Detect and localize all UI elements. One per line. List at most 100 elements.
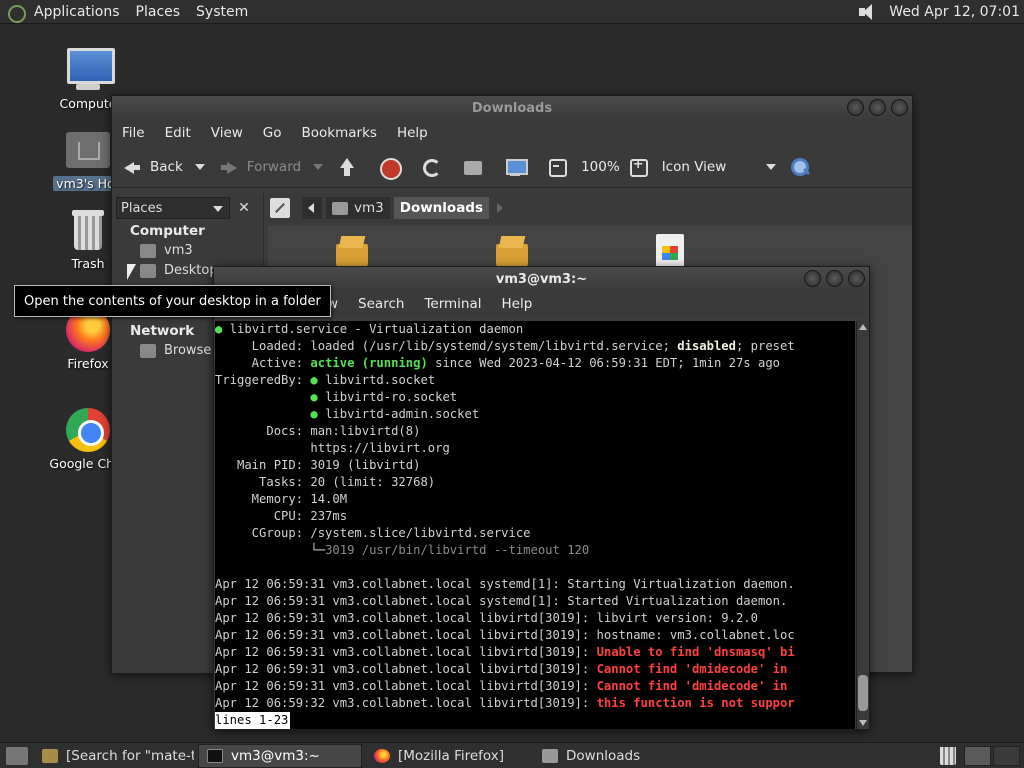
task-terminal[interactable]: vm3@vm3:~ bbox=[198, 743, 362, 768]
terminal-text: libvirtd-ro.socket bbox=[317, 390, 458, 404]
workspace-switcher[interactable] bbox=[964, 746, 1020, 766]
file-manager-titlebar[interactable]: Downloads bbox=[112, 96, 912, 120]
terminal-line: Apr 12 06:59:32 vm3.collabnet.local libv… bbox=[215, 695, 855, 712]
up-button[interactable] bbox=[337, 157, 365, 177]
top-panel: Applications Places System Wed Apr 12, 0… bbox=[0, 0, 1024, 24]
terminal-output[interactable]: ● libvirtd.service - Virtualization daem… bbox=[215, 321, 855, 729]
reload-button[interactable] bbox=[421, 157, 449, 177]
menu-places[interactable]: Places bbox=[136, 4, 181, 20]
sidebar-type-select[interactable]: Places bbox=[116, 197, 230, 219]
terminal-line: https://libvirt.org bbox=[215, 440, 855, 457]
bottom-panel: [Search for "mate-te... vm3@vm3:~ [Mozil… bbox=[0, 742, 1024, 768]
back-arrow-icon bbox=[122, 157, 142, 177]
back-button[interactable]: Back bbox=[122, 157, 205, 177]
minimize-button[interactable] bbox=[804, 270, 821, 287]
edit-location-icon[interactable] bbox=[270, 198, 290, 218]
scroll-up-icon[interactable] bbox=[859, 324, 867, 330]
terminal-text: disabled bbox=[677, 339, 736, 353]
package-file-icon[interactable] bbox=[334, 234, 370, 268]
terminal-text: TriggeredBy: bbox=[215, 373, 311, 387]
menu-help[interactable]: Help bbox=[397, 125, 428, 141]
menu-search[interactable]: Search bbox=[358, 296, 404, 312]
show-desktop-icon[interactable] bbox=[6, 746, 28, 765]
path-left-arrow[interactable] bbox=[302, 197, 322, 219]
maximize-button[interactable] bbox=[869, 99, 886, 116]
menu-edit[interactable]: Edit bbox=[165, 125, 191, 141]
scrollbar-thumb[interactable] bbox=[858, 675, 868, 711]
forward-button[interactable]: Forward bbox=[219, 157, 324, 177]
menu-applications[interactable]: Applications bbox=[34, 4, 120, 20]
sidebar-item-label: Desktop bbox=[164, 263, 218, 278]
chevron-down-icon bbox=[766, 163, 777, 170]
close-sidebar-button[interactable]: ✕ bbox=[234, 197, 254, 219]
forward-history-dropdown[interactable] bbox=[313, 163, 324, 170]
menu-bookmarks[interactable]: Bookmarks bbox=[302, 125, 377, 141]
zoom-level[interactable]: 100% bbox=[581, 159, 620, 175]
workspace-2[interactable] bbox=[993, 746, 1020, 766]
terminal-line: ● libvirtd-ro.socket bbox=[215, 389, 855, 406]
terminal-text: CGroup: /system.slice/libvirtd.service bbox=[215, 526, 531, 540]
terminal-text: └─ bbox=[215, 543, 326, 557]
terminal-text: Apr 12 06:59:32 vm3.collabnet.local libv… bbox=[215, 696, 597, 710]
search-icon bbox=[790, 157, 810, 177]
computer-button[interactable] bbox=[505, 157, 533, 177]
sidebar-item-browse[interactable]: Browse bbox=[140, 343, 211, 358]
menu-file[interactable]: File bbox=[122, 125, 145, 141]
sidebar-type-label: Places bbox=[121, 200, 163, 216]
maximize-button[interactable] bbox=[826, 270, 843, 287]
close-button[interactable] bbox=[891, 99, 908, 116]
trash-icon bbox=[64, 206, 112, 254]
zoom-out-button[interactable] bbox=[547, 157, 575, 177]
task-search[interactable]: [Search for "mate-te... bbox=[34, 744, 194, 768]
view-mode-select[interactable]: Icon View bbox=[662, 159, 777, 175]
terminal-scrollbar[interactable] bbox=[856, 321, 869, 729]
computer-icon bbox=[505, 157, 529, 177]
menu-go[interactable]: Go bbox=[263, 125, 282, 141]
menu-help[interactable]: Help bbox=[502, 296, 533, 312]
sidebar-item-desktop[interactable]: Desktop bbox=[140, 263, 218, 278]
sidebar-heading-computer: Computer bbox=[130, 223, 205, 239]
terminal-text: 3019 /usr/bin/libvirtd --timeout 120 bbox=[325, 543, 590, 557]
task-label: Downloads bbox=[566, 747, 641, 764]
package-file-icon[interactable] bbox=[494, 234, 530, 268]
back-history-dropdown[interactable] bbox=[194, 163, 205, 170]
volume-icon[interactable] bbox=[857, 3, 879, 21]
menu-terminal[interactable]: Terminal bbox=[424, 296, 481, 312]
terminal-text: ● bbox=[310, 373, 318, 387]
minimize-button[interactable] bbox=[847, 99, 864, 116]
home-folder-icon bbox=[463, 157, 483, 177]
mate-logo-icon[interactable] bbox=[6, 3, 28, 23]
stop-icon bbox=[379, 157, 403, 180]
close-button[interactable] bbox=[848, 270, 865, 287]
workspace-1[interactable] bbox=[964, 746, 991, 766]
stop-button[interactable] bbox=[379, 157, 407, 180]
breadcrumb-vm3[interactable]: vm3 bbox=[326, 197, 390, 219]
search-button[interactable] bbox=[790, 157, 818, 177]
search-icon bbox=[42, 748, 58, 763]
breadcrumb-downloads[interactable]: Downloads bbox=[393, 197, 490, 219]
zoom-in-button[interactable] bbox=[628, 157, 656, 177]
view-mode-label: Icon View bbox=[661, 158, 727, 175]
menu-system[interactable]: System bbox=[196, 4, 248, 20]
window-title: vm3@vm3:~ bbox=[495, 271, 588, 287]
trash-applet-icon[interactable] bbox=[940, 747, 956, 765]
task-downloads[interactable]: Downloads bbox=[534, 744, 694, 768]
breadcrumb-label: vm3 bbox=[354, 200, 384, 216]
chrome-package-file-icon[interactable] bbox=[652, 234, 688, 268]
terminal-line: TriggeredBy: ● libvirtd.socket bbox=[215, 372, 855, 389]
firefox-icon bbox=[374, 748, 390, 763]
terminal-text: ● bbox=[310, 407, 318, 421]
terminal-line: Tasks: 20 (limit: 32768) bbox=[215, 474, 855, 491]
path-right-arrow[interactable] bbox=[497, 203, 504, 213]
computer-icon bbox=[64, 46, 115, 94]
menu-view[interactable]: View bbox=[211, 125, 243, 141]
terminal-text: Unable to find 'dnsmasq' bi bbox=[596, 645, 795, 659]
desktop-folder-icon bbox=[140, 263, 156, 278]
sidebar-item-vm3[interactable]: vm3 bbox=[140, 243, 193, 258]
task-firefox[interactable]: [Mozilla Firefox] bbox=[366, 744, 530, 768]
home-button[interactable] bbox=[463, 157, 491, 177]
clock[interactable]: Wed Apr 12, 07:01 bbox=[889, 4, 1020, 20]
terminal-text: since Wed 2023-04-12 06:59:31 EDT; 1min … bbox=[427, 356, 780, 370]
scroll-down-icon[interactable] bbox=[859, 720, 867, 726]
